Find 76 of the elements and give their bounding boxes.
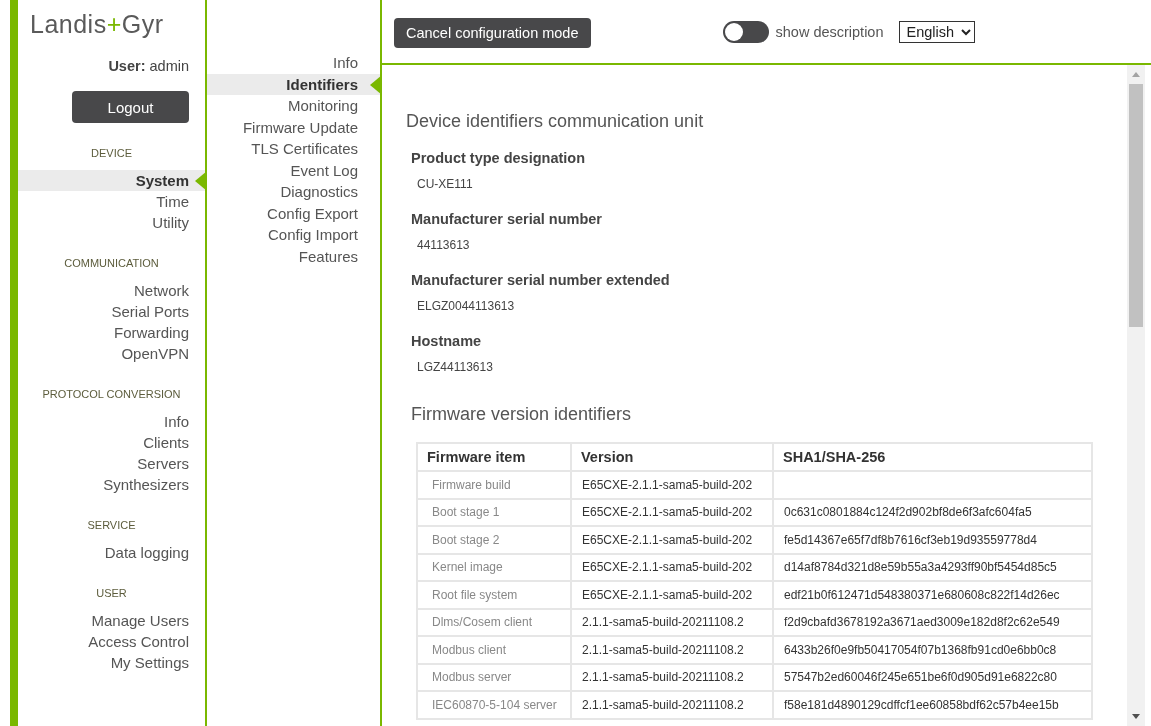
logout-button[interactable]: Logout	[72, 91, 189, 123]
table-cell: 57547b2ed60046f245e651be6f0d905d91e6822c80	[784, 670, 1057, 685]
sidebar-item[interactable]: Utility	[18, 212, 205, 233]
submenu-item[interactable]: Identifiers	[207, 73, 380, 95]
logo: Landis+Gyr	[30, 10, 164, 39]
toggle-switch[interactable]	[722, 20, 769, 43]
sidebar-item[interactable]: Info	[18, 411, 205, 432]
field-value: LGZ44113613	[417, 360, 494, 374]
section-title: Device identifiers communication unit	[406, 111, 705, 132]
field-value: ELGZ0044113613	[417, 299, 516, 313]
sidebar-item[interactable]: Clients	[18, 432, 205, 453]
table-cell: 2.1.1-sama5-build-20211108.2	[582, 670, 744, 685]
table-cell: Modbus client	[432, 642, 507, 657]
sidebar-item[interactable]: OpenVPN	[18, 343, 205, 364]
sidebar-item[interactable]: Synthesizers	[18, 474, 205, 495]
language-select[interactable]: English	[898, 20, 975, 43]
sidebar-item[interactable]: Time	[18, 191, 205, 212]
table-cell: E65CXE-2.1.1-sama5-build-202	[582, 477, 753, 492]
section-heading: SERVICE	[87, 519, 136, 531]
sidebar-item[interactable]: Network	[18, 280, 205, 301]
table-cell: f2d9cbafd3678192a3671aed3009e182d8f2c62e549	[784, 615, 1060, 630]
column-header: Firmware item	[417, 443, 571, 471]
submenu-item[interactable]: TLS Certificates	[207, 138, 380, 160]
submenu-item[interactable]: Monitoring	[207, 95, 380, 117]
column-header: Version	[571, 443, 773, 471]
table-cell: Root file system	[432, 587, 518, 602]
table-cell: Dlms/Cosem client	[432, 615, 533, 630]
submenu-item[interactable]: Firmware Update	[207, 116, 380, 138]
table-cell: fe5d14367e65f7df8b7616cf3eb19d93559778d4	[784, 532, 1037, 547]
sidebar-item[interactable]: Forwarding	[18, 322, 205, 343]
section-heading: USER	[96, 587, 127, 599]
field-value: CU-XE111	[417, 177, 474, 191]
sidebar-item[interactable]: Servers	[18, 453, 205, 474]
table-cell: d14af8784d321d8e59b55a3a4293ff90bf5454d85c5	[784, 560, 1057, 575]
table-cell: Boot stage 2	[432, 532, 500, 547]
field-label: Manufacturer serial number extended	[411, 272, 671, 288]
section-heading: COMMUNICATION	[64, 257, 159, 269]
field-label: Product type designation	[411, 150, 586, 166]
cancel-configuration-button[interactable]: Cancel configuration mode	[394, 17, 591, 48]
field-value: 44113613	[417, 238, 471, 252]
submenu-item[interactable]: Config Export	[207, 202, 380, 224]
table-cell: IEC60870-5-104 server	[432, 697, 557, 712]
field-label: Manufacturer serial number	[411, 211, 603, 227]
sidebar-item[interactable]: Data logging	[18, 542, 205, 563]
table-cell: E65CXE-2.1.1-sama5-build-202	[582, 532, 753, 547]
sidebar-item[interactable]: Access Control	[18, 631, 205, 652]
section-heading: DEVICE	[91, 147, 132, 159]
sidebar-item[interactable]: Serial Ports	[18, 301, 205, 322]
table-cell: 2.1.1-sama5-build-20211108.2	[582, 697, 744, 712]
submenu-item[interactable]: Info	[207, 52, 380, 74]
submenu-item[interactable]: Event Log	[207, 159, 380, 181]
table-cell: f58e181d4890129cdffcf1ee60858bdf62c57b4ee15b	[784, 697, 1059, 712]
table-cell: E65CXE-2.1.1-sama5-build-202	[582, 505, 753, 520]
table-cell: E65CXE-2.1.1-sama5-build-202	[582, 587, 753, 602]
column-header: SHA1/SHA-256	[773, 443, 1092, 471]
submenu-item[interactable]: Config Import	[207, 224, 380, 246]
table-cell: 2.1.1-sama5-build-20211108.2	[582, 615, 744, 630]
table-cell: edf21b0f612471d548380371e680608c822f14d26ec	[784, 587, 1060, 602]
section-heading: PROTOCOL CONVERSION	[42, 388, 181, 400]
table-cell: E65CXE-2.1.1-sama5-build-202	[582, 560, 753, 575]
table-cell: Firmware build	[432, 477, 511, 492]
table-cell: 0c631c0801884c124f2d902bf8de6f3afc604fa5	[784, 505, 1032, 520]
table-cell: Modbus server	[432, 670, 512, 685]
sidebar-item[interactable]: Manage Users	[18, 610, 205, 631]
field-label: Hostname	[411, 333, 483, 349]
user-label: User: admin	[108, 58, 189, 74]
sidebar-item[interactable]: My Settings	[18, 652, 205, 673]
table-cell: Kernel image	[432, 560, 503, 575]
sidebar-item[interactable]: System	[18, 170, 205, 191]
toggle-label: show description	[775, 23, 884, 40]
submenu-item[interactable]: Features	[207, 245, 380, 267]
table-cell: Boot stage 1	[432, 505, 500, 520]
section-title: Firmware version identifiers	[411, 404, 633, 425]
submenu-item[interactable]: Diagnostics	[207, 181, 380, 203]
table-cell: 2.1.1-sama5-build-20211108.2	[582, 642, 744, 657]
table-cell: 6433b26f0e9fb50417054f07b1368fb91cd0e6bb0c8	[784, 642, 1057, 657]
